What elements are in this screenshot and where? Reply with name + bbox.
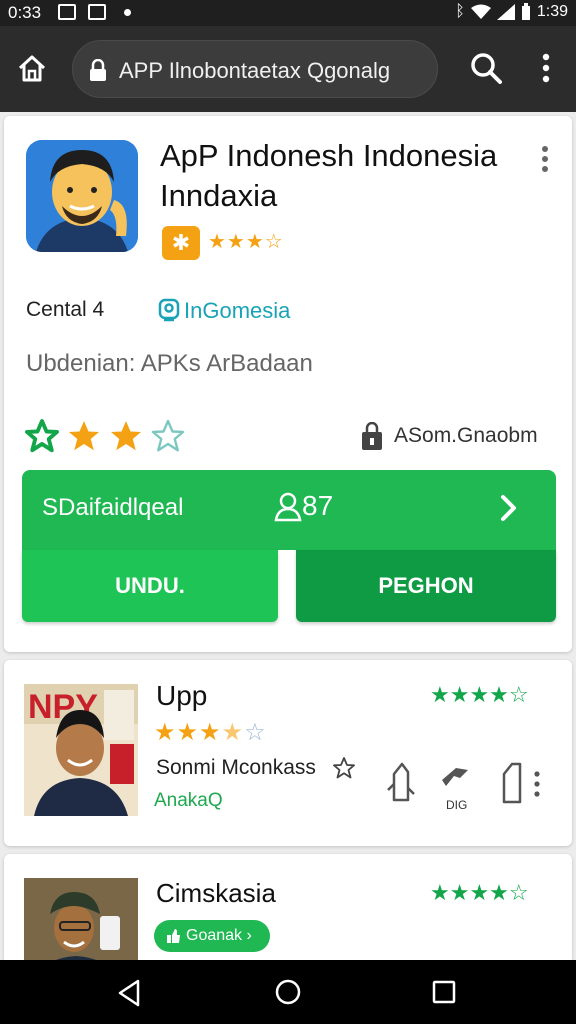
status-bar: 0:33 ᛒ 1:39: [0, 0, 576, 26]
meta-version: Cental 4: [26, 298, 105, 321]
url-text[interactable]: APP Ilnobontaetax Qgonalg: [119, 58, 390, 84]
back-icon[interactable]: [116, 978, 144, 1008]
app-detail-card: ApP Indonesh Indonesia Inndaxia ✱ ★★★☆ C…: [4, 116, 572, 652]
favorite-star-icon[interactable]: [332, 756, 356, 780]
thumbnail-image: NPY: [24, 684, 138, 816]
list-item-subtitle: Sonmi Mconkass: [156, 756, 316, 779]
action-label: DIG: [446, 798, 468, 812]
details-bar-label: SDaifaidlqeal: [42, 494, 184, 521]
status-right-group: ᛒ 1:39: [455, 3, 568, 21]
list-item-title[interactable]: Upp: [156, 680, 207, 712]
mail-icon: [58, 4, 76, 20]
user-icon: [274, 492, 302, 522]
home-icon[interactable]: [14, 50, 50, 86]
star-empty-icon[interactable]: [150, 418, 186, 454]
star-filled-icon[interactable]: [66, 418, 102, 454]
meta-location[interactable]: InGomesia: [184, 298, 290, 324]
browser-toolbar: APP Ilnobontaetax Qgonalg: [0, 26, 576, 112]
download-button[interactable]: UNDU.: [22, 550, 278, 622]
category-pill-label: Goanak ›: [186, 927, 252, 944]
list-item-green-rating: ★★★★☆: [430, 880, 529, 905]
app-avatar-illustration: [26, 140, 138, 252]
search-icon[interactable]: [468, 50, 504, 86]
file-size-text: ASom.Gnaobm: [394, 424, 538, 447]
star-filled-icon[interactable]: [108, 418, 144, 454]
editor-badge-icon: ✱: [162, 226, 200, 260]
notification-dot-icon: [124, 9, 131, 16]
app-icon[interactable]: [26, 140, 138, 252]
category-pill[interactable]: Goanak ›: [154, 920, 270, 952]
list-item-thumbnail[interactable]: NPY: [24, 684, 138, 816]
home-nav-icon[interactable]: [274, 978, 302, 1006]
app-title: ApP Indonesh Indonesia Inndaxia: [160, 138, 498, 213]
star-half: ★: [221, 719, 245, 746]
wifi-icon: [470, 4, 491, 19]
system-nav-bar: [0, 960, 576, 1024]
status-time-left: 0:33: [8, 3, 42, 22]
card-more-icon[interactable]: [538, 144, 552, 174]
pill-thumb-icon: [167, 929, 180, 943]
list-item-title[interactable]: Cimskasia: [156, 878, 276, 909]
image-icon: [88, 4, 106, 20]
list-item-more-icon[interactable]: [532, 770, 542, 798]
bluetooth-icon: ᛒ: [455, 3, 465, 20]
list-item-green-rating: ★★★★☆: [430, 682, 529, 707]
list-item-thumbnail[interactable]: [24, 878, 138, 964]
small-rating-stars: ★★★☆: [208, 231, 284, 253]
stars-filled: ★★★: [154, 719, 222, 746]
signal-icon: [496, 4, 515, 20]
thumbnail-image: [24, 878, 138, 964]
battery-icon: [521, 3, 530, 20]
location-icon: [158, 298, 180, 322]
star-empty: ☆: [244, 719, 267, 746]
bookmark-icon[interactable]: [498, 760, 530, 806]
list-item-rating: ★★★★☆: [154, 718, 267, 747]
list-item-tag: AnakaQ: [154, 790, 223, 811]
lock-icon: [90, 59, 106, 81]
list-item-card[interactable]: Cimskasia Goanak › ★★★★☆: [4, 854, 572, 964]
list-item-card[interactable]: NPY Upp ★★★★☆ Sonmi Mconkass AnakaQ ★★★★…: [4, 660, 572, 846]
star-outline-green-icon[interactable]: [24, 418, 60, 454]
chevron-right-icon[interactable]: [498, 492, 520, 524]
app-subline: Ubdenian: APKs ArBadaan: [26, 350, 313, 377]
recent-apps-icon[interactable]: [432, 980, 456, 1004]
rating-stars[interactable]: [24, 416, 186, 456]
details-bar[interactable]: SDaifaidlqeal 87: [22, 470, 556, 550]
share-icon[interactable]: [384, 760, 416, 806]
secondary-action-button[interactable]: PEGHON: [296, 550, 556, 622]
status-time-right: 1:39: [536, 3, 568, 20]
package-lock-icon: [362, 422, 382, 450]
more-vert-icon[interactable]: [534, 50, 558, 86]
url-bar[interactable]: APP Ilnobontaetax Qgonalg: [72, 40, 438, 98]
user-count: 87: [302, 490, 334, 521]
